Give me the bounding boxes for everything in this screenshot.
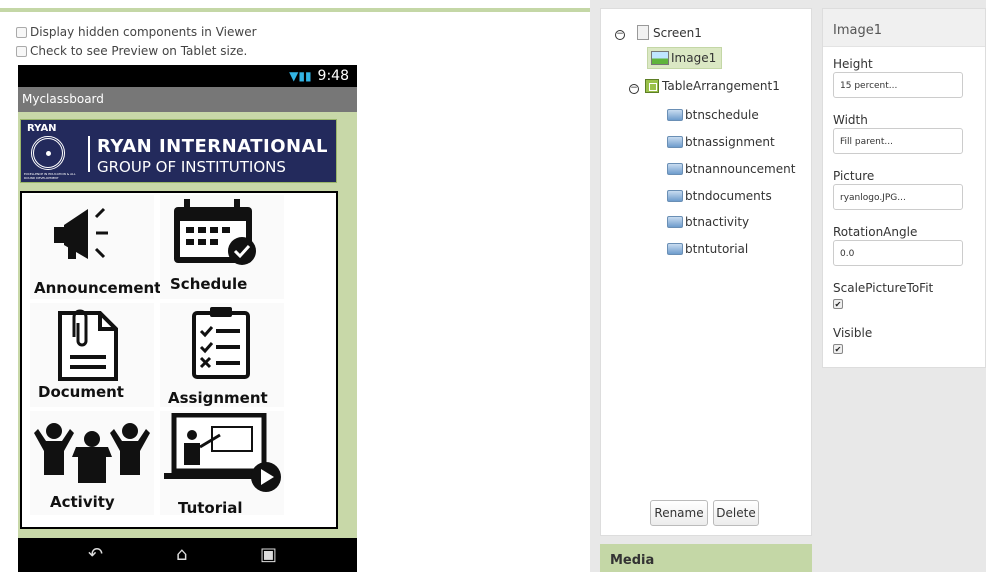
viewer-panel: Display hidden components in Viewer Chec… xyxy=(0,0,590,572)
group-activity-icon xyxy=(34,423,150,483)
height-field[interactable]: 15 percent... xyxy=(833,72,963,98)
checkbox-box[interactable] xyxy=(16,45,27,57)
media-label: Media xyxy=(610,553,655,568)
tree-image1-label: Image1 xyxy=(671,51,717,65)
tree-item-label: btnannouncement xyxy=(685,162,796,176)
phone-preview: ▼▮▮ 9:48 Myclassboard RYAN EXCELLENCE IN … xyxy=(18,65,357,572)
checkbox-box[interactable] xyxy=(16,26,27,38)
screen-icon xyxy=(637,25,649,40)
properties-title: Image1 xyxy=(823,9,985,47)
tree-item-label: btntutorial xyxy=(685,242,749,256)
assignment-label: Assignment xyxy=(168,389,268,407)
properties-panel: Image1 Height 15 percent... Width Fill p… xyxy=(822,8,986,368)
tree-btntutorial[interactable]: btntutorial xyxy=(667,242,748,256)
document-icon xyxy=(58,309,118,381)
tutorial-button[interactable]: Tutorial xyxy=(160,411,284,517)
tree-btnactivity[interactable]: btnactivity xyxy=(667,215,749,229)
tutorial-label: Tutorial xyxy=(178,499,243,517)
tree-btnannouncement[interactable]: btnannouncement xyxy=(667,162,795,176)
tree-screen1-label: Screen1 xyxy=(653,25,702,40)
status-bar: ▼▮▮ 9:48 xyxy=(18,65,357,87)
logo-line1: RYAN INTERNATIONAL xyxy=(97,136,328,157)
rename-button[interactable]: Rename xyxy=(650,500,708,526)
activity-button[interactable]: Activity xyxy=(30,411,154,515)
tree-table-arrangement[interactable]: TableArrangement1 xyxy=(645,79,780,93)
tree-item-label: btndocuments xyxy=(685,189,772,203)
button-icon xyxy=(667,190,683,202)
schedule-button[interactable]: Schedule xyxy=(160,195,284,299)
tree-table-label: TableArrangement1 xyxy=(662,79,780,93)
document-label: Document xyxy=(38,383,124,401)
button-icon xyxy=(667,163,683,175)
width-field[interactable]: Fill parent... xyxy=(833,128,963,154)
components-panel: − Screen1 Image1 − TableArrangement1 btn… xyxy=(600,8,812,536)
app-title: Myclassboard xyxy=(22,92,104,106)
home-icon[interactable]: ⌂ xyxy=(176,544,187,565)
button-icon xyxy=(667,136,683,148)
emblem-icon xyxy=(31,136,65,170)
visible-checkbox[interactable]: ✔ xyxy=(833,344,843,354)
viewer-top-border xyxy=(0,8,590,12)
width-label: Width xyxy=(833,113,868,127)
button-icon xyxy=(667,109,683,121)
calendar-icon xyxy=(174,199,256,265)
tree-btnassignment[interactable]: btnassignment xyxy=(667,135,775,149)
announcement-label: Announcement xyxy=(34,279,162,297)
rotation-angle-field[interactable]: 0.0 xyxy=(833,240,963,266)
scale-picture-label: ScalePictureToFit xyxy=(833,281,934,295)
document-button[interactable]: Document xyxy=(30,303,154,407)
app-title-bar: Myclassboard xyxy=(18,87,357,112)
logo-tagline: EXCELLENCE IN EDUCATION & ALL ROUND DEVE… xyxy=(24,172,76,180)
wifi-signal-battery-icon: ▼▮▮ xyxy=(289,69,312,83)
ryan-logo-image[interactable]: RYAN EXCELLENCE IN EDUCATION & ALL ROUND… xyxy=(20,119,337,183)
checklist-icon xyxy=(192,307,250,379)
tree-item-label: btnschedule xyxy=(685,108,759,122)
media-header: Media xyxy=(600,544,812,572)
schedule-label: Schedule xyxy=(170,275,248,293)
tree-item-label: btnactivity xyxy=(685,215,750,229)
recent-apps-icon[interactable]: ▣ xyxy=(260,544,277,565)
collapse-icon[interactable]: − xyxy=(629,84,639,94)
visible-label: Visible xyxy=(833,326,873,340)
button-icon xyxy=(667,243,683,255)
navigation-bar: ↶ ⌂ ▣ xyxy=(18,538,357,572)
picture-field[interactable]: ryanlogo.JPG... xyxy=(833,184,963,210)
delete-button[interactable]: Delete xyxy=(713,500,759,526)
collapse-icon[interactable]: − xyxy=(615,30,625,40)
button-icon xyxy=(667,216,683,228)
tree-item-label: btnassignment xyxy=(685,135,775,149)
rotation-angle-label: RotationAngle xyxy=(833,225,918,239)
tree-btndocuments[interactable]: btndocuments xyxy=(667,189,772,203)
megaphone-icon xyxy=(54,207,108,259)
logo-line2: GROUP OF INSTITUTIONS xyxy=(97,158,286,176)
status-time: 9:48 xyxy=(317,68,349,84)
tablet-preview-label: Check to see Preview on Tablet size. xyxy=(30,44,248,58)
logo-brand: RYAN xyxy=(27,123,57,134)
logo-divider xyxy=(88,136,90,172)
back-icon[interactable]: ↶ xyxy=(88,544,103,565)
assignment-button[interactable]: Assignment xyxy=(160,303,284,407)
picture-label: Picture xyxy=(833,169,875,183)
presentation-play-icon xyxy=(164,413,281,492)
properties-title-label: Image1 xyxy=(833,23,882,38)
tablet-preview-checkbox[interactable]: Check to see Preview on Tablet size. xyxy=(16,44,247,58)
scale-picture-checkbox[interactable]: ✔ xyxy=(833,299,843,309)
height-label: Height xyxy=(833,57,873,71)
hidden-components-checkbox[interactable]: Display hidden components in Viewer xyxy=(16,25,257,39)
tree-btnschedule[interactable]: btnschedule xyxy=(667,108,759,122)
table-arrangement: Announcement Schedule Document Assignmen… xyxy=(20,191,338,529)
announcement-button[interactable]: Announcement xyxy=(30,195,161,299)
tree-screen1[interactable]: Screen1 xyxy=(637,25,702,40)
image-icon xyxy=(651,51,669,65)
hidden-components-label: Display hidden components in Viewer xyxy=(30,25,257,39)
table-icon xyxy=(645,79,659,93)
activity-label: Activity xyxy=(50,493,115,511)
tree-image1[interactable]: Image1 xyxy=(647,47,723,69)
